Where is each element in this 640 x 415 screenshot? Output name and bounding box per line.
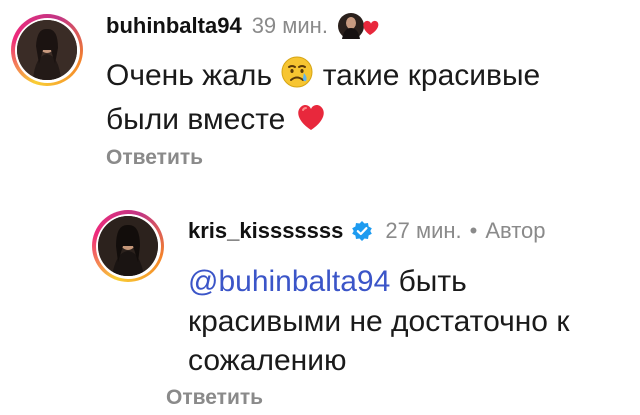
- comment-username[interactable]: buhinbalta94: [106, 13, 242, 39]
- reply-button[interactable]: Ответить: [106, 146, 203, 170]
- comment-time: 39 мин.: [251, 13, 328, 38]
- red-heart-icon: [294, 101, 328, 144]
- comment-time: 27 мин.: [385, 218, 462, 243]
- comment-text-line: красивыми не достаточно к: [188, 304, 570, 338]
- reply-button[interactable]: Ответить: [166, 386, 263, 410]
- liked-by-author-icon: [336, 11, 386, 41]
- author-label: Автор: [485, 218, 546, 243]
- avatar[interactable]: [11, 14, 83, 86]
- comment-text-line: Очень жаль такие красивые: [106, 55, 626, 100]
- crying-face-icon: [280, 55, 314, 100]
- comment-text-line: @buhinbalta94 быть: [188, 265, 467, 298]
- comment-username[interactable]: kris_kisssssss: [188, 218, 343, 244]
- avatar-photo: [98, 216, 158, 276]
- comment-text-line: сожалению: [188, 344, 347, 378]
- verified-badge-icon: [351, 220, 373, 242]
- comment-text-line: были вместе: [106, 100, 626, 144]
- mention-link[interactable]: @buhinbalta94: [188, 265, 390, 298]
- separator-dot: •: [469, 218, 478, 243]
- avatar[interactable]: [92, 210, 164, 282]
- avatar-photo: [17, 20, 77, 80]
